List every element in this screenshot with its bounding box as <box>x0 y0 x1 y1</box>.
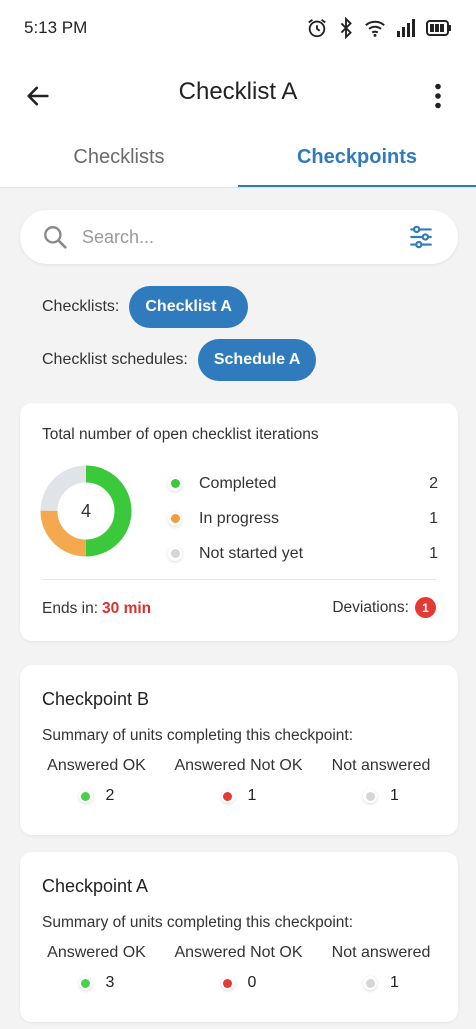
deviations[interactable]: Deviations: 1 <box>332 597 436 618</box>
legend-label: In progress <box>199 509 280 527</box>
not-ok-dot-icon <box>223 978 233 988</box>
answered-not-ok-count: 1 <box>247 787 257 804</box>
more-vertical-icon <box>435 83 441 109</box>
search-input[interactable] <box>82 226 382 248</box>
alarm-icon <box>308 19 326 38</box>
column-header: Not answered <box>331 944 431 961</box>
legend-count: 1 <box>429 544 438 562</box>
schedule-chip[interactable]: Schedule A <box>197 339 317 381</box>
column-header: Answered Not OK <box>174 757 303 774</box>
tab-bar: Checklists Checkpoints <box>0 128 476 188</box>
legend-item-not-started: Not started yet 1 <box>168 536 438 571</box>
not-answered-column: Not answered 1 <box>304 944 458 992</box>
wifi-icon <box>365 20 385 37</box>
column-header: Not answered <box>331 757 431 774</box>
summary-legend: Completed 2 In progress 1 Not started ye… <box>168 466 438 571</box>
signal-icon <box>397 19 415 37</box>
not-ok-dot-icon <box>223 791 233 801</box>
checkpoint-subtitle: Summary of units completing this checkpo… <box>42 727 353 744</box>
deviations-badge: 1 <box>415 597 436 618</box>
checkpoint-summary: Answered OK 2 Answered Not OK 1 Not answ… <box>20 757 458 805</box>
column-header: Answered OK <box>47 944 146 961</box>
tab-checkpoints[interactable]: Checkpoints <box>238 128 476 188</box>
checkpoint-card[interactable]: Checkpoint A Summary of units completing… <box>20 852 458 1022</box>
status-icons <box>306 17 452 39</box>
tab-checklists[interactable]: Checklists <box>0 128 238 188</box>
answered-ok-column: Answered OK 2 <box>20 757 173 805</box>
checkpoint-title: Checkpoint B <box>42 689 150 709</box>
filter-settings-icon[interactable] <box>408 224 434 250</box>
ends-in: Ends in: 30 min <box>42 600 151 618</box>
answered-ok-count: 2 <box>105 787 115 804</box>
status-bar: 5:13 PM <box>24 14 452 42</box>
summary-title: Total number of open checklist iteration… <box>42 426 319 443</box>
ends-in-value: 30 min <box>102 600 152 617</box>
page-title: Checklist A <box>178 78 298 105</box>
not-answered-dot-icon <box>365 978 375 988</box>
checklists-filter: Checklists: Checklist A <box>42 286 248 328</box>
not-answered-column: Not answered 1 <box>304 757 458 805</box>
legend-label: Not started yet <box>199 544 304 562</box>
summary-card: Total number of open checklist iteration… <box>20 403 458 641</box>
donut-total: 4 <box>80 500 91 521</box>
checklist-chip[interactable]: Checklist A <box>129 286 248 328</box>
not-answered-dot-icon <box>365 791 375 801</box>
legend-item-completed: Completed 2 <box>168 466 438 501</box>
checkpoint-summary: Answered OK 3 Answered Not OK 0 Not answ… <box>20 944 458 992</box>
not-started-dot-icon <box>170 549 180 558</box>
answered-not-ok-column: Answered Not OK 0 <box>173 944 304 992</box>
answered-not-ok-count: 0 <box>247 974 257 991</box>
legend-item-in-progress: In progress 1 <box>168 501 438 536</box>
tabs-divider <box>0 187 476 188</box>
checklists-filter-label: Checklists: <box>42 298 120 315</box>
not-answered-count: 1 <box>390 787 399 804</box>
column-header: Answered OK <box>47 757 146 774</box>
search-bar <box>20 210 458 264</box>
not-answered-count: 1 <box>390 974 399 991</box>
app-bar: Checklist A <box>0 68 476 120</box>
column-header: Answered Not OK <box>174 944 303 961</box>
ok-dot-icon <box>81 791 91 801</box>
top-bar: 5:13 PM Checklist A Checklists Checkpoin… <box>0 0 476 188</box>
search-icon <box>44 226 67 249</box>
legend-count: 2 <box>429 474 438 492</box>
battery-icon <box>426 20 451 36</box>
schedules-filter: Checklist schedules: Schedule A <box>42 339 317 381</box>
schedules-filter-label: Checklist schedules: <box>42 351 188 368</box>
answered-not-ok-column: Answered Not OK 1 <box>173 757 304 805</box>
ok-dot-icon <box>81 978 91 988</box>
card-divider <box>42 579 436 580</box>
checkpoint-title: Checkpoint A <box>42 876 149 896</box>
answered-ok-count: 3 <box>105 974 115 991</box>
ends-in-label: Ends in: <box>42 600 99 617</box>
checkpoint-subtitle: Summary of units completing this checkpo… <box>42 914 353 931</box>
in-progress-dot-icon <box>170 514 180 523</box>
checkpoint-card[interactable]: Checkpoint B Summary of units completing… <box>20 665 458 835</box>
legend-count: 1 <box>429 509 438 527</box>
answered-ok-column: Answered OK 3 <box>20 944 173 992</box>
more-options-button[interactable] <box>418 76 458 116</box>
bluetooth-icon <box>340 17 352 39</box>
completed-dot-icon <box>170 479 180 488</box>
status-time: 5:13 PM <box>24 18 88 37</box>
deviations-label: Deviations: <box>332 598 409 616</box>
legend-label: Completed <box>199 474 277 492</box>
